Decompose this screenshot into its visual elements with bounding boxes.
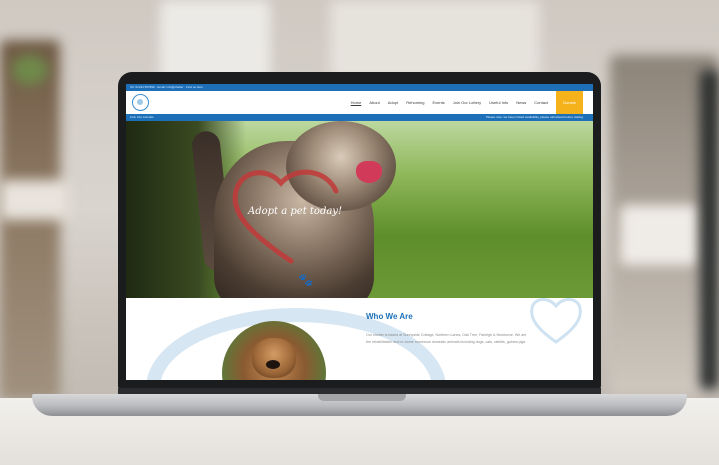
nav-item-events[interactable]: Events bbox=[432, 100, 444, 105]
notice-bar: Link: Our Animals Please note: we have l… bbox=[126, 114, 593, 121]
background-plant bbox=[12, 55, 48, 85]
nav-item-contact[interactable]: Contact bbox=[534, 100, 548, 105]
kitten-mouth bbox=[356, 161, 382, 183]
nav-item-adopt[interactable]: Adopt bbox=[388, 100, 398, 105]
dog-face bbox=[252, 338, 296, 378]
background-window bbox=[330, 0, 540, 80]
who-we-are-section: Who We Are Our shelter is based at Sunny… bbox=[126, 298, 593, 380]
background-object bbox=[620, 205, 700, 265]
nav-item-useful-info[interactable]: Useful Info bbox=[489, 100, 508, 105]
main-nav: Home About Adopt Rehoming Events Join Ou… bbox=[351, 91, 583, 114]
section-title: Who We Are bbox=[366, 312, 413, 321]
hero-banner: Adopt a pet today! 🐾 bbox=[126, 121, 593, 298]
laptop-screen: Tel: 01234 567890 · Email: info@shelter … bbox=[126, 84, 593, 380]
section-paragraph: Our shelter is based at Sunnyside Cottag… bbox=[366, 333, 527, 344]
nav-item-news[interactable]: News bbox=[516, 100, 526, 105]
background-panel bbox=[700, 70, 719, 390]
logo-icon[interactable] bbox=[132, 94, 149, 111]
notice-link[interactable]: Link: Our Animals bbox=[130, 114, 154, 121]
site-topbar: Tel: 01234 567890 · Email: info@shelter … bbox=[126, 84, 593, 91]
notice-text: Please note: we have limited availabilit… bbox=[485, 115, 583, 119]
nav-item-rehoming[interactable]: Rehoming bbox=[406, 100, 424, 105]
nav-item-about[interactable]: About bbox=[369, 100, 379, 105]
nav-item-home[interactable]: Home bbox=[351, 100, 362, 105]
laptop-notch bbox=[318, 394, 406, 401]
site-header: Home About Adopt Rehoming Events Join Ou… bbox=[126, 91, 593, 115]
paw-icon: 🐾 bbox=[298, 273, 313, 287]
nav-item-lottery[interactable]: Join Our Lottery bbox=[453, 100, 481, 105]
heart-outline-icon bbox=[530, 298, 582, 344]
hero-tagline: Adopt a pet today! bbox=[248, 206, 342, 217]
background-object bbox=[0, 180, 70, 220]
dog-nose bbox=[266, 360, 280, 369]
background-shelf bbox=[0, 40, 60, 400]
donate-button[interactable]: Donate bbox=[556, 91, 583, 114]
